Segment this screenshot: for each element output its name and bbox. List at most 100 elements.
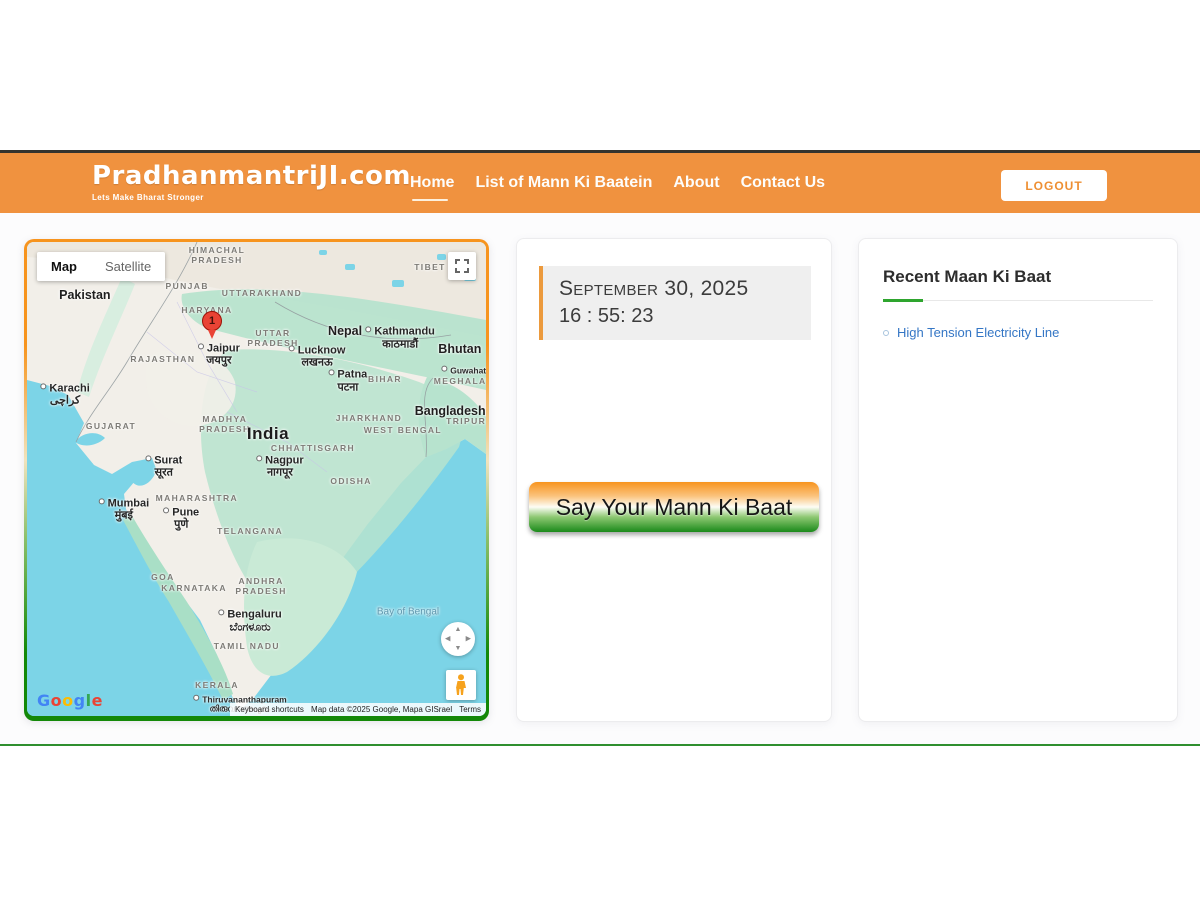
- map-label: MAHARASHTRA: [156, 494, 238, 504]
- map-marker[interactable]: 1: [201, 311, 223, 341]
- map-label: Jaipur जयपुर: [198, 342, 240, 367]
- nav-item-label: About: [673, 174, 719, 191]
- pan-left-icon: ◀: [445, 636, 450, 643]
- datetime-card: September 30, 2025 16 : 55: 23 Say Your …: [516, 238, 832, 722]
- fullscreen-button[interactable]: [448, 252, 476, 280]
- map-label-text: Mumbai: [99, 497, 150, 510]
- map-label: India: [247, 424, 289, 444]
- map-label: GUJARAT: [86, 422, 136, 432]
- map-label-subtext: ಬೆಂಗಳೂರು: [230, 621, 271, 634]
- map-labels-layer: Pakistan HIMACHAL PRADESH PUNJAB UTTARAK…: [27, 242, 486, 716]
- map-label-text: Nagpur: [256, 454, 304, 467]
- pan-control[interactable]: ▲ ▼ ◀ ▶: [441, 622, 475, 656]
- map-label: Kathmandu काठमाडौं: [365, 326, 435, 351]
- map-label-text: KARNATAKA: [161, 584, 227, 594]
- map-label-text: TIBET: [414, 263, 446, 273]
- nav-item[interactable]: Home: [410, 174, 454, 192]
- map-label-text: Jaipur: [198, 342, 240, 355]
- map-label-text: WEST BENGAL: [364, 426, 442, 436]
- map-label: HIMACHAL PRADESH: [189, 246, 246, 266]
- recent-title-divider-accent: [883, 299, 923, 302]
- map-label-subtext: काठमाडौं: [382, 338, 418, 351]
- map-label-text: Surat: [145, 454, 182, 467]
- map-label: UTTARAKHAND: [222, 289, 302, 299]
- pan-down-icon: ▼: [455, 645, 462, 652]
- map-label: RAJASTHAN: [130, 355, 195, 365]
- map-label-subtext: पटना: [337, 381, 358, 394]
- nav-item-label: Contact Us: [741, 174, 825, 191]
- map-label-text: Nepal: [328, 324, 362, 338]
- map-label: Guwahati: [441, 366, 486, 377]
- map-card: Pakistan HIMACHAL PRADESH PUNJAB UTTARAK…: [24, 239, 489, 721]
- map-label: CHHATTISGARH: [271, 444, 355, 454]
- recent-card: Recent Maan Ki Baat High Tension Electri…: [858, 238, 1178, 722]
- nav-item-label: List of Mann Ki Baatein: [475, 174, 652, 191]
- map-view-button[interactable]: Map: [37, 252, 91, 281]
- map-label-text: MADHYA PRADESH: [199, 415, 250, 435]
- map-marker-tail: [208, 330, 216, 339]
- map-label-text: ODISHA: [330, 477, 371, 487]
- current-date: September 30, 2025: [559, 277, 795, 301]
- pegman-button[interactable]: [446, 670, 476, 700]
- footer-divider: [0, 744, 1200, 746]
- map-label-subtext: पुणे: [174, 519, 188, 532]
- satellite-view-button[interactable]: Satellite: [91, 252, 165, 281]
- map-label: Bay of Bengal: [377, 606, 439, 618]
- pegman-icon: [454, 674, 468, 696]
- map-label-subtext: کراچی: [50, 395, 80, 408]
- map-label: PUNJAB: [166, 282, 209, 292]
- map-label: KERALA: [195, 681, 239, 691]
- google-logo[interactable]: Google: [37, 691, 103, 710]
- recent-item-link[interactable]: High Tension Electricity Line: [897, 325, 1059, 340]
- map-label: Karachi کراچی: [40, 382, 89, 407]
- map-label-text: RAJASTHAN: [130, 355, 195, 365]
- map-label: TRIPURA: [446, 417, 486, 427]
- map-label: MEGHALAYA: [434, 377, 486, 387]
- map-label: Bengaluru ಬೆಂಗಳೂರು: [218, 609, 281, 634]
- map-label: ODISHA: [330, 477, 371, 487]
- pan-up-icon: ▲: [455, 626, 462, 633]
- map-label-text: UTTARAKHAND: [222, 289, 302, 299]
- map-label-text: KERALA: [195, 681, 239, 691]
- map-label-text: TAMIL NADU: [214, 642, 280, 652]
- logout-button[interactable]: LOGOUT: [1001, 170, 1107, 201]
- map-label-subtext: सूरत: [155, 467, 173, 480]
- map-label: Bhutan: [438, 342, 481, 356]
- map-attribution-bar: Keyboard shortcuts Map data ©2025 Google…: [230, 703, 486, 716]
- datetime-box: September 30, 2025 16 : 55: 23: [539, 266, 811, 340]
- map-label-text: HIMACHAL PRADESH: [189, 246, 246, 266]
- map-label: UTTAR PRADESH: [247, 329, 298, 349]
- recent-item: High Tension Electricity Line: [883, 325, 1153, 340]
- map-label: ANDHRA PRADESH: [235, 577, 286, 597]
- say-mann-ki-baat-button[interactable]: Say Your Mann Ki Baat: [529, 482, 819, 532]
- map-label: Nagpur नागपूर: [256, 454, 304, 479]
- map-label: KARNATAKA: [161, 584, 227, 594]
- recent-title: Recent Maan Ki Baat: [883, 267, 1153, 287]
- map-marker-label: 1: [202, 311, 222, 331]
- map-label: Bangladesh: [415, 404, 486, 418]
- map-label-text: GOA: [151, 573, 175, 583]
- map-label: MADHYA PRADESH: [199, 415, 250, 435]
- map-label: TIBET: [414, 263, 446, 273]
- site-logo[interactable]: PradhanmantriJI.com Lets Make Bharat Str…: [92, 161, 411, 202]
- map-label-text: Bay of Bengal: [377, 606, 439, 618]
- map-label-subtext: मुंबई: [115, 510, 133, 523]
- map-label: Patna पटना: [328, 369, 367, 394]
- terms-link[interactable]: Terms: [459, 705, 481, 714]
- nav-item[interactable]: Contact Us: [741, 174, 825, 192]
- map-data-attribution: Map data ©2025 Google, Mapa GISrael: [311, 705, 452, 714]
- keyboard-shortcuts-link[interactable]: Keyboard shortcuts: [235, 705, 304, 714]
- map-label-text: Pune: [163, 506, 199, 519]
- map-embed[interactable]: Pakistan HIMACHAL PRADESH PUNJAB UTTARAK…: [27, 242, 486, 716]
- header: PradhanmantriJI.com Lets Make Bharat Str…: [0, 153, 1200, 213]
- map-label: Pune पुणे: [163, 506, 199, 531]
- pan-right-icon: ▶: [466, 636, 471, 643]
- map-label: Surat सूरत: [145, 454, 182, 479]
- nav-item[interactable]: List of Mann Ki Baatein: [475, 174, 652, 192]
- map-label-text: CHHATTISGARH: [271, 444, 355, 454]
- map-label: TAMIL NADU: [214, 642, 280, 652]
- map-label: JHARKHAND: [336, 414, 402, 424]
- nav-item[interactable]: About: [673, 174, 719, 192]
- map-label: Nepal: [328, 324, 362, 338]
- map-label-text: MEGHALAYA: [434, 377, 486, 387]
